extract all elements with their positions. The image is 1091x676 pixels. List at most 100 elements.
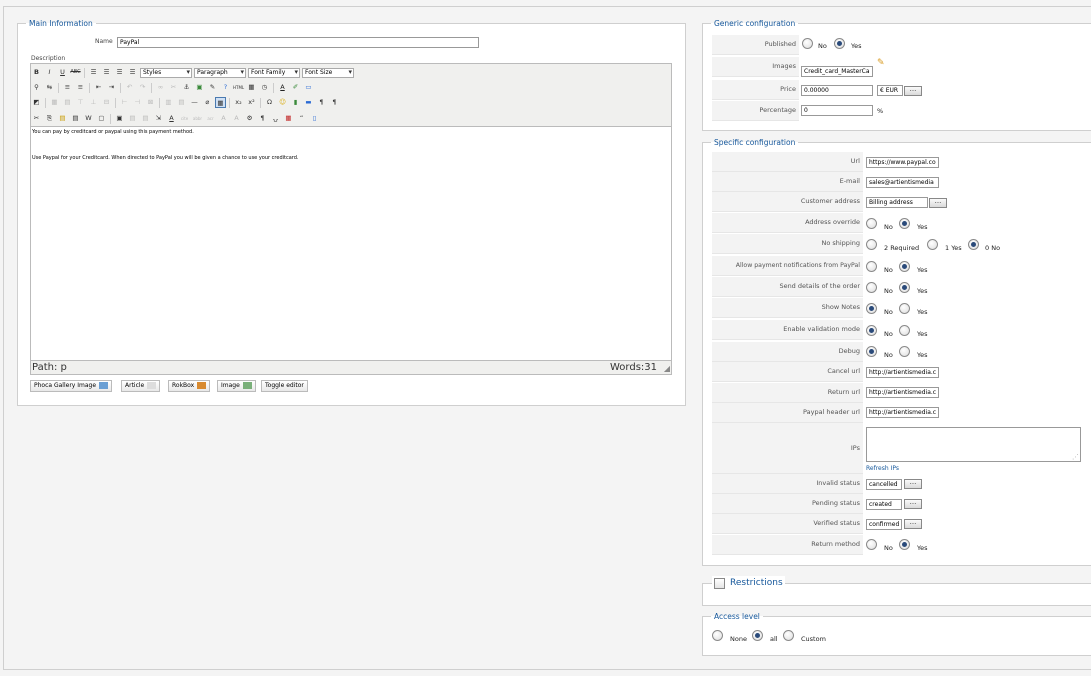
emoticon-icon[interactable]: ☺: [277, 97, 288, 108]
ips-textarea[interactable]: ⋰: [866, 427, 1081, 462]
move-forward-icon[interactable]: ▤: [127, 113, 138, 124]
help-icon[interactable]: ?: [220, 82, 231, 93]
access-all-radio[interactable]: [752, 630, 763, 641]
copy-icon[interactable]: ⎘: [44, 113, 55, 124]
rokbox-button[interactable]: RokBox: [168, 380, 211, 392]
indent-icon[interactable]: ⇥: [106, 82, 117, 93]
insert-layer-2-icon[interactable]: ▣: [114, 113, 125, 124]
address-override-no-radio[interactable]: [866, 218, 877, 229]
percentage-input[interactable]: [801, 105, 873, 116]
page-break-icon[interactable]: ▯: [309, 113, 320, 124]
access-none-radio[interactable]: [712, 630, 723, 641]
return-method-no-radio[interactable]: [866, 539, 877, 550]
align-center-icon[interactable]: ☰: [101, 67, 112, 78]
show-notes-no-radio[interactable]: [866, 303, 877, 314]
insert-date-icon[interactable]: ▦: [246, 82, 257, 93]
horizontal-rule-icon[interactable]: —: [189, 97, 200, 108]
invalid-status-picker-button[interactable]: ...: [904, 479, 922, 489]
enable-validation-yes-radio[interactable]: [899, 325, 910, 336]
acronym-icon[interactable]: acr: [205, 113, 216, 124]
merge-cells-icon[interactable]: ▤: [176, 97, 187, 108]
template-icon[interactable]: ▦: [283, 113, 294, 124]
verified-status-picker-button[interactable]: ...: [904, 519, 922, 529]
table-row-icon[interactable]: ▤: [62, 97, 73, 108]
rtl-icon[interactable]: ¶: [329, 97, 340, 108]
cleanup-icon[interactable]: ✎: [207, 82, 218, 93]
image-button[interactable]: Image: [217, 380, 256, 392]
special-char-icon[interactable]: Ω: [264, 97, 275, 108]
address-override-yes-radio[interactable]: [899, 218, 910, 229]
table-icon[interactable]: ▦: [49, 97, 60, 108]
no-shipping-1-radio[interactable]: [927, 239, 938, 250]
find-icon[interactable]: ⚲: [31, 82, 42, 93]
replace-icon[interactable]: ⇆: [44, 82, 55, 93]
textarea-resize-icon[interactable]: ⋰: [1072, 453, 1079, 461]
delete-row-icon[interactable]: ⊟: [101, 97, 112, 108]
link-icon[interactable]: ∞: [155, 82, 166, 93]
cite-icon[interactable]: cite: [179, 113, 190, 124]
resize-handle-icon[interactable]: ◢: [664, 364, 670, 373]
bold-icon[interactable]: B: [31, 67, 42, 78]
allow-notifications-no-radio[interactable]: [866, 261, 877, 272]
customer-address-picker-button[interactable]: ...: [929, 198, 947, 208]
paste-word-icon[interactable]: W: [83, 113, 94, 124]
invalid-status-input[interactable]: [866, 479, 902, 490]
absolute-icon[interactable]: ⇲: [153, 113, 164, 124]
verified-status-input[interactable]: [866, 519, 902, 530]
underline-icon[interactable]: U: [57, 67, 68, 78]
align-justify-icon[interactable]: ☰: [127, 67, 138, 78]
styles-select[interactable]: Styles: [140, 67, 192, 78]
paragraph-select[interactable]: Paragraph: [194, 67, 246, 78]
align-left-icon[interactable]: ☰: [88, 67, 99, 78]
abbr-icon[interactable]: abbr: [192, 113, 203, 124]
advhr-icon[interactable]: ▬: [303, 97, 314, 108]
highlight-color-icon[interactable]: ✐: [290, 82, 301, 93]
nonbreaking-icon[interactable]: ⍽: [270, 113, 281, 124]
row-after-icon[interactable]: ⊥: [88, 97, 99, 108]
redo-icon[interactable]: ↷: [137, 82, 148, 93]
remove-format-icon[interactable]: ⌀: [202, 97, 213, 108]
bullet-list-icon[interactable]: ≡: [62, 82, 73, 93]
customer-address-input[interactable]: [866, 197, 928, 208]
toggle-editor-button[interactable]: Toggle editor: [261, 380, 308, 392]
move-backward-icon[interactable]: ▤: [140, 113, 151, 124]
media-icon[interactable]: ▮: [290, 97, 301, 108]
visual-chars-icon[interactable]: ¶: [257, 113, 268, 124]
numbered-list-icon[interactable]: ≡: [75, 82, 86, 93]
outdent-icon[interactable]: ⇤: [93, 82, 104, 93]
visual-aid-icon[interactable]: ▦: [215, 97, 226, 108]
show-notes-yes-radio[interactable]: [899, 303, 910, 314]
ltr-icon[interactable]: ¶: [316, 97, 327, 108]
no-shipping-2-radio[interactable]: [866, 239, 877, 250]
price-input[interactable]: [801, 85, 873, 96]
name-input[interactable]: [117, 37, 479, 48]
fullscreen-icon[interactable]: ▭: [303, 82, 314, 93]
align-right-icon[interactable]: ☰: [114, 67, 125, 78]
html-icon[interactable]: HTML: [233, 82, 244, 93]
image-picker-icon[interactable]: ✎: [877, 58, 885, 68]
debug-yes-radio[interactable]: [899, 346, 910, 357]
col-after-icon[interactable]: ⊣: [132, 97, 143, 108]
undo-icon[interactable]: ↶: [124, 82, 135, 93]
pending-status-input[interactable]: [866, 499, 902, 510]
refresh-ips-link[interactable]: Refresh IPs: [866, 465, 899, 472]
insert-layer-icon[interactable]: ◩: [31, 97, 42, 108]
pending-status-picker-button[interactable]: ...: [904, 499, 922, 509]
cut-icon[interactable]: ✂: [31, 113, 42, 124]
allow-notifications-yes-radio[interactable]: [899, 261, 910, 272]
image-icon[interactable]: ▣: [194, 82, 205, 93]
phoca-gallery-button[interactable]: Phoca Gallery Image: [30, 380, 113, 392]
subscript-icon[interactable]: x₂: [233, 97, 244, 108]
select-all-icon[interactable]: ▢: [96, 113, 107, 124]
enable-validation-no-radio[interactable]: [866, 325, 877, 336]
images-input[interactable]: [801, 66, 873, 77]
email-input[interactable]: [866, 177, 939, 188]
currency-input[interactable]: [877, 85, 903, 96]
split-cells-icon[interactable]: ▥: [163, 97, 174, 108]
font-family-select[interactable]: Font Family: [248, 67, 300, 78]
style-props-icon[interactable]: A: [166, 113, 177, 124]
article-button[interactable]: Article: [121, 380, 161, 392]
access-custom-radio[interactable]: [783, 630, 794, 641]
insert-time-icon[interactable]: ◷: [259, 82, 270, 93]
attributes-icon[interactable]: ⚙: [244, 113, 255, 124]
